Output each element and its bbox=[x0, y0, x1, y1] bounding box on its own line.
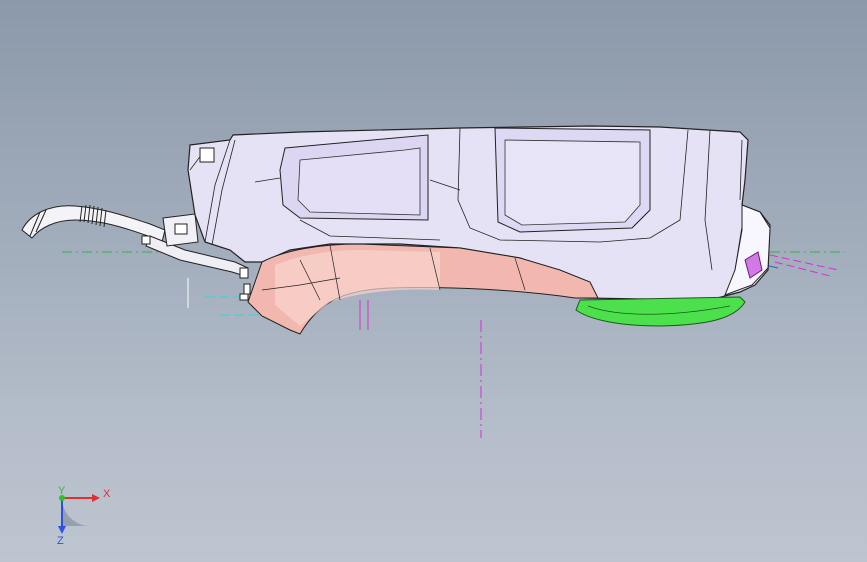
bottom-clip-body bbox=[575, 296, 746, 327]
bracket bbox=[239, 267, 249, 279]
3d-viewport[interactable]: X Y Z bbox=[0, 0, 867, 562]
triad-shadow bbox=[62, 498, 90, 526]
bracket bbox=[239, 293, 249, 301]
top-recess-right-inner bbox=[504, 139, 641, 226]
diagonal-reference-line bbox=[774, 261, 831, 277]
top-recess-left-inner bbox=[297, 147, 421, 216]
z-axis-label: Z bbox=[57, 535, 64, 547]
bracket-tab bbox=[141, 235, 151, 245]
bracket-clip bbox=[174, 223, 188, 235]
z-axis-arrowhead bbox=[58, 526, 66, 534]
coordinate-triad: X Y Z bbox=[57, 485, 111, 547]
x-axis-label: X bbox=[103, 488, 111, 500]
bracket bbox=[243, 283, 251, 295]
x-axis-arrowhead bbox=[92, 494, 100, 502]
lower-brackets bbox=[239, 267, 251, 301]
model-canvas[interactable]: X Y Z bbox=[0, 0, 867, 562]
small-tab bbox=[199, 147, 215, 163]
side-trim-highlight bbox=[275, 250, 440, 326]
diagonal-reference-line bbox=[769, 254, 839, 271]
bottom-clip[interactable] bbox=[575, 296, 746, 327]
y-axis-label: Y bbox=[58, 485, 66, 497]
